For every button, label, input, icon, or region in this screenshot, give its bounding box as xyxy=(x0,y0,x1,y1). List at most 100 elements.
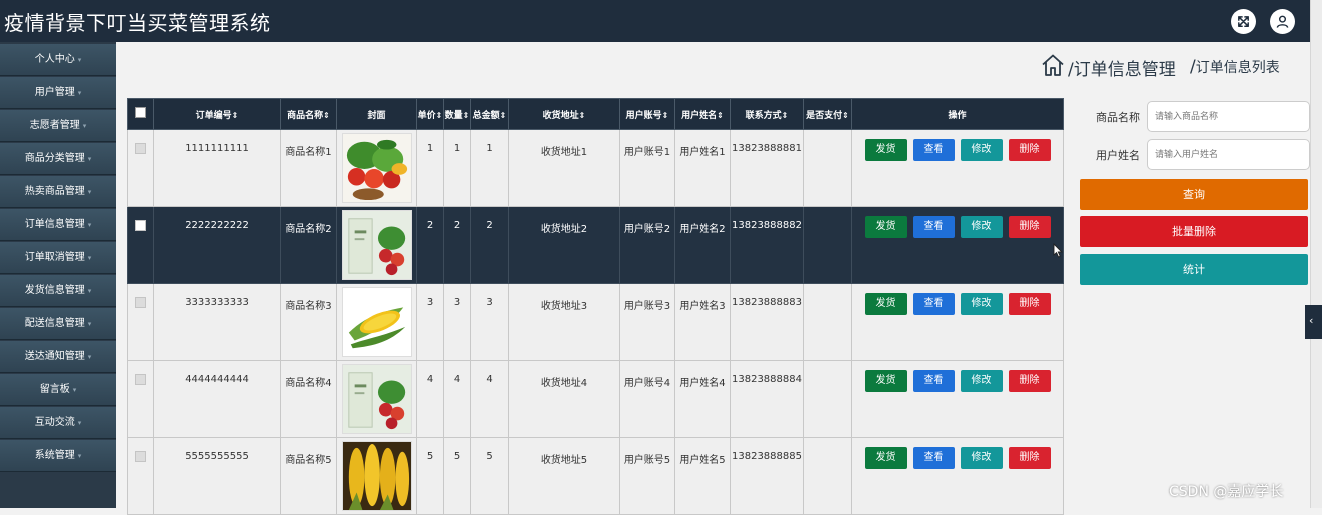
sidebar-item-interaction[interactable]: 互动交流 ▾ xyxy=(0,407,116,439)
cell-actions: 发货 查看 修改 删除 xyxy=(851,437,1064,515)
delete-button[interactable]: 删除 xyxy=(1008,447,1051,469)
orders-table: 订单编号⇕ 商品名称⇕ 封面 单价⇕ 数量⇕ 总金额⇕ 收货地址⇕ 用户账号⇕ … xyxy=(127,98,1064,515)
app-title: 疫情背景下叮当买菜管理系统 xyxy=(4,11,271,35)
page-scrollbar[interactable] xyxy=(1310,0,1322,508)
cell-cover xyxy=(336,283,417,361)
product-cover-image[interactable] xyxy=(341,364,412,434)
header-account[interactable]: 用户账号⇕ xyxy=(619,98,675,130)
sidebar-item-orders[interactable]: 订单信息管理 ▾ xyxy=(0,209,116,241)
batch-delete-button[interactable]: 批量删除 xyxy=(1080,216,1308,247)
product-cover-image[interactable] xyxy=(341,441,412,511)
sidebar-item-order-cancel[interactable]: 订单取消管理 ▾ xyxy=(0,242,116,274)
delete-button[interactable]: 删除 xyxy=(1008,139,1051,161)
sidebar-item-system[interactable]: 系统管理 ▾ xyxy=(0,440,116,472)
cell-phone: 13823888884 xyxy=(730,360,804,438)
header-cover: 封面 xyxy=(336,98,417,130)
header-address[interactable]: 收货地址⇕ xyxy=(508,98,620,130)
header-quantity[interactable]: 数量⇕ xyxy=(443,98,471,130)
sidebar-item-users[interactable]: 用户管理 ▾ xyxy=(0,77,116,109)
home-icon[interactable] xyxy=(1040,52,1066,78)
product-cover-image[interactable] xyxy=(341,133,412,203)
ship-button[interactable]: 发货 xyxy=(864,370,907,392)
breadcrumb-section[interactable]: /订单信息管理 xyxy=(1068,55,1176,80)
header-user-name[interactable]: 用户姓名⇕ xyxy=(674,98,731,130)
sidebar-item-volunteers[interactable]: 志愿者管理 ▾ xyxy=(0,110,116,142)
sidebar-item-profile[interactable]: 个人中心 ▾ xyxy=(0,44,116,76)
cell-cover xyxy=(336,437,417,515)
edit-button[interactable]: 修改 xyxy=(960,216,1003,238)
header-phone[interactable]: 联系方式⇕ xyxy=(730,98,804,130)
ship-button[interactable]: 发货 xyxy=(864,447,907,469)
cell-phone: 13823888882 xyxy=(730,206,804,284)
chevron-down-icon: ▾ xyxy=(72,386,77,394)
cell-unit-price: 4 xyxy=(416,360,444,438)
cell-product-name: 商品名称4 xyxy=(280,360,337,438)
row-checkbox[interactable] xyxy=(127,283,154,361)
sidebar-item-delivery[interactable]: 配送信息管理 ▾ xyxy=(0,308,116,340)
delete-button[interactable]: 删除 xyxy=(1008,293,1051,315)
delete-button[interactable]: 删除 xyxy=(1008,216,1051,238)
edit-button[interactable]: 修改 xyxy=(960,447,1003,469)
cell-actions: 发货 查看 修改 删除 xyxy=(851,129,1064,207)
header-unit-price[interactable]: 单价⇕ xyxy=(416,98,444,130)
row-checkbox[interactable] xyxy=(127,360,154,438)
edit-button[interactable]: 修改 xyxy=(960,139,1003,161)
chevron-down-icon: ▾ xyxy=(87,287,92,295)
cell-product-name: 商品名称5 xyxy=(280,437,337,515)
cell-total: 3 xyxy=(470,283,509,361)
ship-button[interactable]: 发货 xyxy=(864,216,907,238)
cell-actions: 发货 查看 修改 删除 xyxy=(851,360,1064,438)
query-button[interactable]: 查询 xyxy=(1080,179,1308,210)
cell-user-name: 用户姓名2 xyxy=(674,206,731,284)
header-actions: 操作 xyxy=(851,98,1064,130)
chevron-down-icon: ▾ xyxy=(77,419,82,427)
mouse-cursor-icon xyxy=(1053,243,1063,258)
ship-button[interactable]: 发货 xyxy=(864,139,907,161)
product-name-input[interactable] xyxy=(1147,101,1310,132)
cell-account: 用户账号4 xyxy=(619,360,675,438)
sidebar-item-label: 商品分类管理 xyxy=(24,153,85,164)
header-paid[interactable]: 是否支付⇕ xyxy=(803,98,852,130)
view-button[interactable]: 查看 xyxy=(912,139,955,161)
collapse-panel-button[interactable]: ‹ xyxy=(1305,305,1322,339)
sidebar-item-message-board[interactable]: 留言板 ▾ xyxy=(0,374,116,406)
user-icon[interactable] xyxy=(1270,9,1295,34)
sidebar-item-hot-products[interactable]: 热卖商品管理 ▾ xyxy=(0,176,116,208)
user-name-input[interactable] xyxy=(1147,139,1310,170)
view-button[interactable]: 查看 xyxy=(912,447,955,469)
sidebar-item-label: 系统管理 xyxy=(34,450,75,461)
view-button[interactable]: 查看 xyxy=(912,216,955,238)
cell-address: 收货地址1 xyxy=(508,129,620,207)
view-button[interactable]: 查看 xyxy=(912,370,955,392)
delete-button[interactable]: 删除 xyxy=(1008,370,1051,392)
edit-button[interactable]: 修改 xyxy=(960,370,1003,392)
header-product-name[interactable]: 商品名称⇕ xyxy=(280,98,337,130)
sidebar-item-shipping[interactable]: 发货信息管理 ▾ xyxy=(0,275,116,307)
select-all-checkbox[interactable] xyxy=(127,98,154,130)
row-checkbox[interactable] xyxy=(127,206,154,284)
stats-button[interactable]: 统计 xyxy=(1080,254,1308,285)
sidebar-item-arrival-notice[interactable]: 送达通知管理 ▾ xyxy=(0,341,116,373)
cell-account: 用户账号1 xyxy=(619,129,675,207)
chevron-down-icon: ▾ xyxy=(82,122,87,130)
header-order-no[interactable]: 订单编号⇕ xyxy=(153,98,281,130)
product-cover-image[interactable] xyxy=(341,287,412,357)
ship-button[interactable]: 发货 xyxy=(864,293,907,315)
chevron-down-icon: ▾ xyxy=(87,155,92,163)
cell-order-no: 2222222222 xyxy=(153,206,281,284)
sidebar-item-categories[interactable]: 商品分类管理 ▾ xyxy=(0,143,116,175)
edit-button[interactable]: 修改 xyxy=(960,293,1003,315)
sidebar-item-label: 订单取消管理 xyxy=(24,252,85,263)
view-button[interactable]: 查看 xyxy=(912,293,955,315)
sidebar-item-label: 热卖商品管理 xyxy=(24,186,85,197)
sidebar-item-label: 留言板 xyxy=(39,384,70,395)
cell-total: 5 xyxy=(470,437,509,515)
header-total[interactable]: 总金额⇕ xyxy=(470,98,509,130)
product-cover-image[interactable] xyxy=(341,210,412,280)
cell-user-name: 用户姓名3 xyxy=(674,283,731,361)
row-checkbox[interactable] xyxy=(127,129,154,207)
row-checkbox[interactable] xyxy=(127,437,154,515)
fullscreen-icon[interactable] xyxy=(1231,9,1256,34)
sidebar-item-label: 送达通知管理 xyxy=(24,351,85,362)
cell-user-name: 用户姓名1 xyxy=(674,129,731,207)
